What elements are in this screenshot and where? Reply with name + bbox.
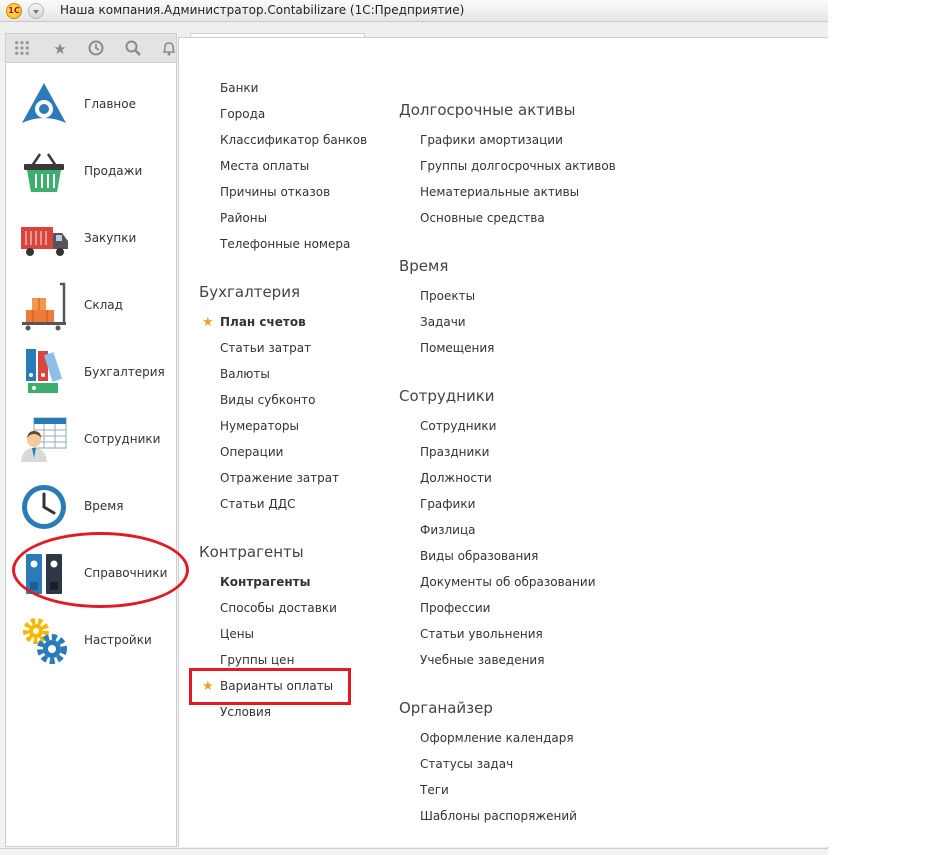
star-icon: ★ xyxy=(202,315,214,330)
link-counterparties[interactable]: Контрагенты xyxy=(220,575,311,589)
binders-icon xyxy=(26,349,63,393)
status-strip xyxy=(0,848,828,855)
section-settings[interactable]: Настройки xyxy=(6,611,176,671)
section-label: Склад xyxy=(84,298,123,312)
section-time[interactable]: Время xyxy=(6,477,176,537)
link-bank-classifier[interactable]: Классификатор банков xyxy=(220,133,367,147)
link-phone-numbers[interactable]: Телефонные номера xyxy=(220,237,350,251)
link-individuals[interactable]: Физлица xyxy=(420,523,476,537)
link-payment-places[interactable]: Места оплаты xyxy=(220,159,309,173)
bell-icon[interactable] xyxy=(160,39,176,59)
basket-icon xyxy=(24,153,64,192)
link-educational-institutions[interactable]: Учебные заведения xyxy=(420,653,544,667)
window-title: Наша компания.Администратор.Contabilizar… xyxy=(60,3,465,17)
link-depreciation-schedules[interactable]: Графики амортизации xyxy=(420,133,563,147)
link-cost-items[interactable]: Статьи затрат xyxy=(220,341,311,355)
link-rooms[interactable]: Помещения xyxy=(420,341,494,355)
section-label: Закупки xyxy=(84,231,137,245)
link-calendar-design[interactable]: Оформление календаря xyxy=(420,731,574,745)
link-subconto-types[interactable]: Виды субконто xyxy=(220,393,315,407)
link-terms[interactable]: Условия xyxy=(220,705,271,719)
group-title-long-term-assets: Долгосрочные активы xyxy=(399,101,576,119)
directory-icon xyxy=(26,554,62,594)
functions-panel: Банки Города Классификатор банков Места … xyxy=(178,37,828,847)
section-warehouse[interactable]: Склад xyxy=(6,276,176,336)
history-icon[interactable] xyxy=(86,39,106,59)
clock-icon xyxy=(22,485,66,529)
link-cashflow-items[interactable]: Статьи ДДС xyxy=(220,497,296,511)
app-window: 1С Наша компания.Администратор.Contabili… xyxy=(0,0,828,855)
link-chart-of-accounts[interactable]: План счетов xyxy=(220,315,306,329)
group-title-employees: Сотрудники xyxy=(399,387,495,405)
section-label: Главное xyxy=(84,97,136,111)
link-cost-reflection[interactable]: Отражение затрат xyxy=(220,471,339,485)
section-purchases[interactable]: Закупки xyxy=(6,209,176,269)
section-label: Продажи xyxy=(84,164,143,178)
group-title-counterparties: Контрагенты xyxy=(199,543,304,561)
link-fixed-assets[interactable]: Основные средства xyxy=(420,211,545,225)
group-title-time: Время xyxy=(399,257,449,275)
link-districts[interactable]: Районы xyxy=(220,211,267,225)
section-label: Бухгалтерия xyxy=(84,365,165,379)
app-logo-icon[interactable]: 1С xyxy=(6,3,22,19)
link-payment-options[interactable]: Варианты оплаты xyxy=(220,679,333,693)
link-holidays[interactable]: Праздники xyxy=(420,445,489,459)
link-numerators[interactable]: Нумераторы xyxy=(220,419,299,433)
link-positions[interactable]: Должности xyxy=(420,471,492,485)
section-label: Сотрудники xyxy=(84,432,161,446)
link-intangible-assets[interactable]: Нематериальные активы xyxy=(420,185,579,199)
star-icon: ★ xyxy=(202,679,214,694)
link-order-templates[interactable]: Шаблоны распоряжений xyxy=(420,809,577,823)
sections-panel: Главное Продажи Закупки Склад Бухгалтери… xyxy=(5,62,177,847)
link-employees[interactable]: Сотрудники xyxy=(420,419,496,433)
section-label: Настройки xyxy=(84,633,152,647)
link-dismissal-articles[interactable]: Статьи увольнения xyxy=(420,627,543,641)
link-education-documents[interactable]: Документы об образовании xyxy=(420,575,596,589)
section-directories[interactable]: Справочники xyxy=(6,544,176,604)
link-delivery-methods[interactable]: Способы доставки xyxy=(220,601,337,615)
employee-icon xyxy=(21,417,67,462)
truck-icon xyxy=(21,227,68,256)
link-price-groups[interactable]: Группы цен xyxy=(220,653,294,667)
link-banks[interactable]: Банки xyxy=(220,81,258,95)
grid-apps-icon[interactable] xyxy=(14,40,30,56)
gears-icon xyxy=(23,618,67,664)
group-title-accounting: Бухгалтерия xyxy=(199,283,300,301)
link-education-types[interactable]: Виды образования xyxy=(420,549,538,563)
link-operations[interactable]: Операции xyxy=(220,445,283,459)
app-menu-button[interactable] xyxy=(28,3,44,19)
link-refusal-reasons[interactable]: Причины отказов xyxy=(220,185,330,199)
title-bar: 1С Наша компания.Администратор.Contabili… xyxy=(0,0,828,22)
section-main[interactable]: Главное xyxy=(6,75,176,135)
link-professions[interactable]: Профессии xyxy=(420,601,490,615)
section-sales[interactable]: Продажи xyxy=(6,142,176,202)
link-prices[interactable]: Цены xyxy=(220,627,254,641)
link-projects[interactable]: Проекты xyxy=(420,289,475,303)
link-task-statuses[interactable]: Статусы задач xyxy=(420,757,513,771)
section-employees[interactable]: Сотрудники xyxy=(6,410,176,470)
link-currencies[interactable]: Валюты xyxy=(220,367,270,381)
main-icon xyxy=(22,83,66,123)
warehouse-icon xyxy=(22,282,66,331)
star-icon[interactable]: ★ xyxy=(50,39,70,59)
link-tasks[interactable]: Задачи xyxy=(420,315,466,329)
section-label: Время xyxy=(84,499,124,513)
group-title-organizer: Органайзер xyxy=(399,699,493,717)
link-schedules[interactable]: Графики xyxy=(420,497,475,511)
section-accounting[interactable]: Бухгалтерия xyxy=(6,343,176,403)
link-tags[interactable]: Теги xyxy=(420,783,449,797)
section-label: Справочники xyxy=(84,566,168,580)
search-icon[interactable] xyxy=(123,39,143,59)
link-asset-groups[interactable]: Группы долгосрочных активов xyxy=(420,159,616,173)
link-cities[interactable]: Города xyxy=(220,107,265,121)
